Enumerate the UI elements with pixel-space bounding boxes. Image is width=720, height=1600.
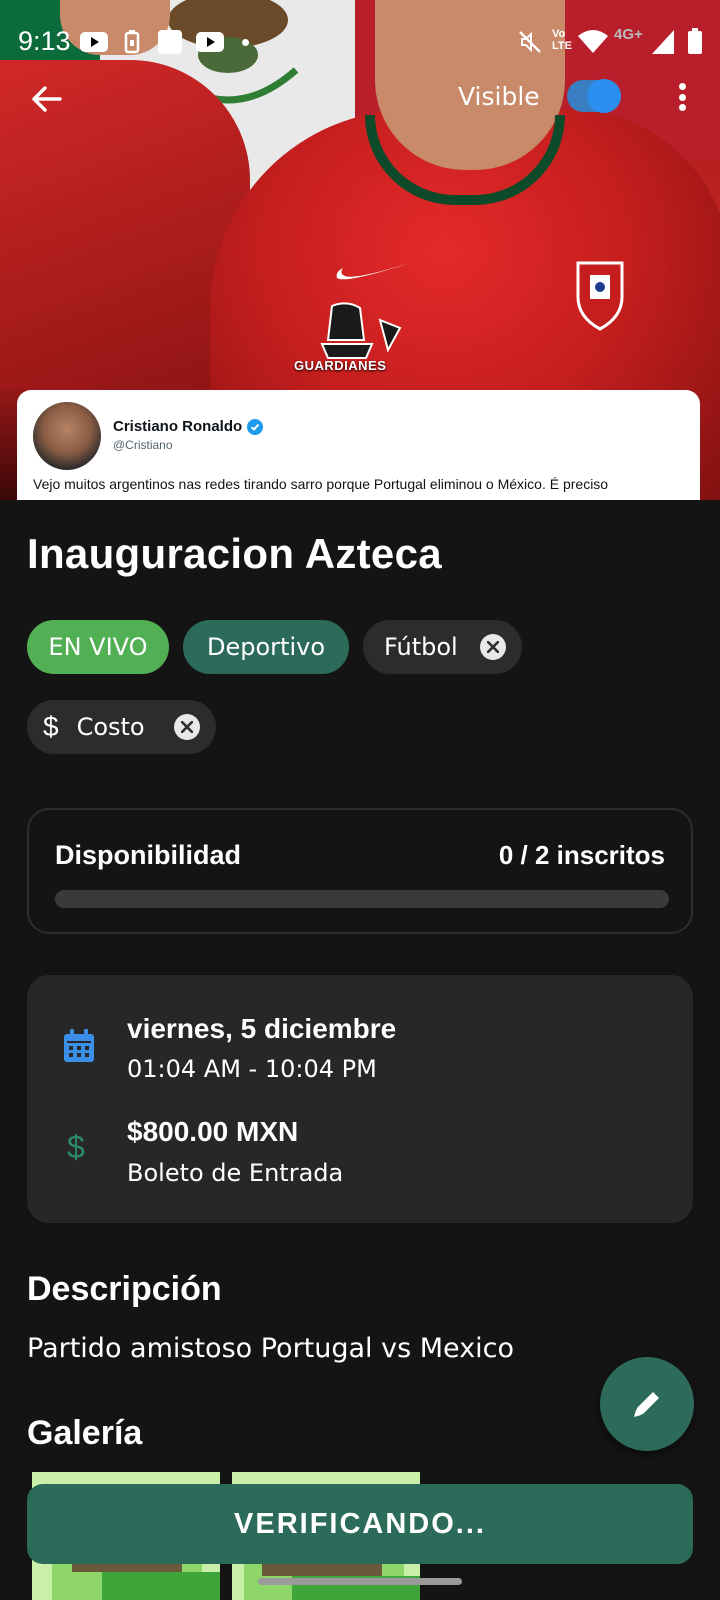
arrow-left-icon <box>32 86 62 112</box>
tweet-author: Cristiano Ronaldo <box>113 418 243 435</box>
back-button[interactable] <box>26 78 68 120</box>
availability-card: Disponibilidad 0 / 2 inscritos <box>27 808 693 934</box>
verified-badge-icon <box>247 419 263 435</box>
event-date: viernes, 5 diciembre <box>127 1013 397 1044</box>
visibility-toggle[interactable] <box>567 79 621 113</box>
visibility-label: Visible <box>458 82 540 111</box>
cost-chip-label: Costo <box>76 713 145 741</box>
availability-progress-bar <box>55 890 669 908</box>
remove-sport-chip-button[interactable] <box>480 634 506 660</box>
availability-label: Disponibilidad <box>55 840 241 870</box>
nike-swoosh-icon <box>336 262 413 280</box>
toggle-knob <box>587 79 621 113</box>
tweet-card: Cristiano Ronaldo @Cristiano Vejo muitos… <box>17 390 700 500</box>
youtube-icon <box>196 32 224 52</box>
live-chip: EN VIVO <box>27 620 169 674</box>
square-icon <box>158 30 182 54</box>
status-time: 9:13 <box>18 26 71 56</box>
sport-chip-label: Fútbol <box>384 633 458 661</box>
tweet-avatar <box>33 402 101 470</box>
guardianes-logo-text: GUARDIANES <box>294 358 387 373</box>
tweet-text: Vejo muitos argentinos nas redes tirando… <box>33 476 609 492</box>
sport-chip: Fútbol <box>363 620 522 674</box>
close-icon <box>181 721 193 733</box>
mute-icon <box>519 31 541 53</box>
description-heading: Descripción <box>27 1270 222 1308</box>
event-time-range: 01:04 AM - 10:04 PM <box>127 1055 377 1083</box>
pencil-icon <box>634 1392 659 1417</box>
close-icon <box>487 641 499 653</box>
gallery-heading: Galería <box>27 1414 143 1452</box>
event-title: Inauguracion Azteca <box>27 530 442 577</box>
price-dollar-icon: $ <box>67 1129 85 1165</box>
more-vertical-icon <box>678 83 686 90</box>
edit-event-fab[interactable] <box>600 1357 694 1451</box>
portugal-crest-icon <box>576 261 624 331</box>
tweet-handle: @Cristiano <box>113 438 173 452</box>
event-info-card: viernes, 5 diciembre 01:04 AM - 10:04 PM… <box>27 975 693 1223</box>
signal-icon <box>652 30 674 54</box>
battery-icon <box>688 28 702 54</box>
volte-icon: Vo LTE <box>552 28 572 52</box>
availability-count: 0 / 2 inscritos <box>498 840 665 870</box>
home-indicator[interactable] <box>258 1578 462 1585</box>
calendar-icon <box>64 1029 94 1062</box>
cost-chip: $ Costo <box>27 700 216 754</box>
sim-icon <box>124 30 140 54</box>
network-type-label: 4G+ <box>614 26 643 43</box>
description-text: Partido amistoso Portugal vs Mexico <box>27 1333 515 1364</box>
remove-cost-chip-button[interactable] <box>174 714 200 740</box>
category-chip: Deportivo <box>183 620 349 674</box>
dot-icon <box>242 39 249 46</box>
status-bar: 9:13 Vo LTE 4G+ <box>0 0 720 80</box>
event-detail-screen: GUARDIANES Cristiano Ronaldo @Cristiano … <box>0 0 720 1600</box>
verify-button[interactable]: VERIFICANDO... <box>27 1484 693 1564</box>
wifi-icon <box>578 30 608 53</box>
more-menu-button[interactable] <box>670 80 694 114</box>
category-chip-label: Deportivo <box>207 633 325 661</box>
dollar-icon: $ <box>43 711 59 742</box>
live-chip-label: EN VIVO <box>48 633 148 661</box>
ticket-type: Boleto de Entrada <box>127 1159 344 1187</box>
youtube-icon <box>80 32 108 52</box>
event-price: $800.00 MXN <box>127 1116 299 1147</box>
